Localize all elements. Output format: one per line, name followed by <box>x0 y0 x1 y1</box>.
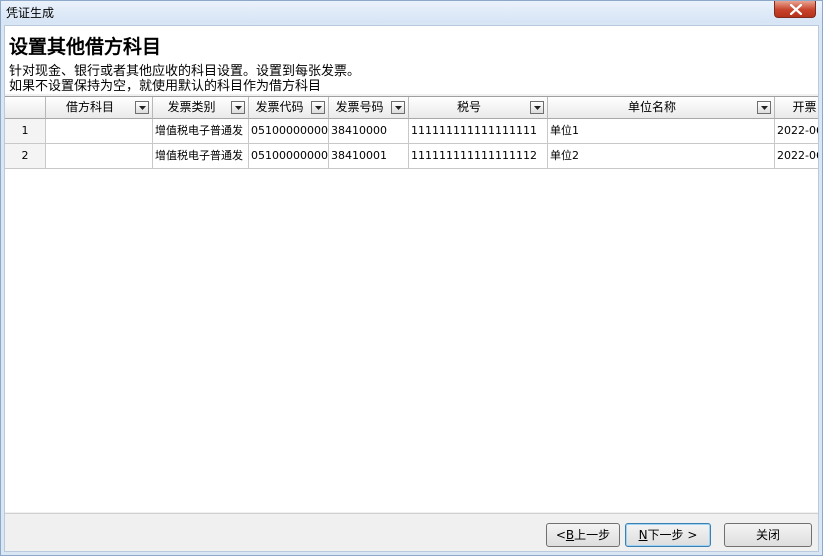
table-cell[interactable]: 单位2 <box>548 144 775 169</box>
table-cell[interactable]: 增值税电子普通发 <box>153 119 249 144</box>
table-cell[interactable] <box>46 119 153 144</box>
column-filter-button[interactable] <box>231 101 245 114</box>
dropdown-arrow-icon <box>761 106 768 110</box>
dropdown-arrow-icon <box>139 106 146 110</box>
table-cell[interactable]: 051000000000 <box>249 119 329 144</box>
row-number[interactable]: 2 <box>5 144 46 169</box>
column-header-label: 借方科目 <box>65 100 114 114</box>
table-cell[interactable]: 单位1 <box>548 119 775 144</box>
column-header-label: 税号 <box>456 100 481 114</box>
description-line-2: 如果不设置保持为空，就使用默认的科目作为借方科目 <box>9 79 322 94</box>
table-cell[interactable]: 111111111111111112 <box>409 144 548 169</box>
row-number[interactable]: 1 <box>5 119 46 144</box>
column-header[interactable]: 单位名称 <box>548 97 775 119</box>
table-cell[interactable]: 111111111111111111 <box>409 119 548 144</box>
dropdown-arrow-icon <box>534 106 541 110</box>
dropdown-arrow-icon <box>235 106 242 110</box>
wizard-footer: <B上一步 N下一步 > 关闭 <box>5 513 818 551</box>
column-filter-button[interactable] <box>135 101 149 114</box>
table-cell[interactable]: 2022-06- <box>775 144 818 169</box>
next-label: 下一步 <box>647 528 684 542</box>
column-header[interactable]: 发票号码 <box>329 97 409 119</box>
wizard-header: 设置其他借方科目 针对现金、银行或者其他应收的科目设置。设置到每张发票。 如果不… <box>5 26 818 94</box>
table-cell[interactable]: 38410000 <box>329 119 409 144</box>
dialog-window: 凭证生成 设置其他借方科目 针对现金、银行或者其他应收的科目设置。设置到每张发票… <box>0 0 823 556</box>
table-cell[interactable]: 051000000001 <box>249 144 329 169</box>
table-cell[interactable]: 38410001 <box>329 144 409 169</box>
column-header-label: 发票代码 <box>255 100 304 114</box>
column-header[interactable]: 发票代码 <box>249 97 329 119</box>
dropdown-arrow-icon <box>395 106 402 110</box>
prev-accesskey: B <box>565 528 575 542</box>
title-bar[interactable]: 凭证生成 <box>1 1 822 23</box>
prev-step-button[interactable]: <B上一步 <box>546 523 620 547</box>
invoice-grid[interactable]: 借方科目 发票类别 发票代码 发票号码 税号 单位名称 开票 1 增值税电子普通发 0510000… <box>5 96 818 512</box>
dropdown-arrow-icon <box>315 106 322 110</box>
table-cell[interactable]: 2022-06- <box>775 119 818 144</box>
column-filter-button[interactable] <box>530 101 544 114</box>
column-header-label: 发票号码 <box>335 100 384 114</box>
column-header[interactable]: 发票类别 <box>153 97 249 119</box>
column-header[interactable]: 开票 <box>775 97 818 119</box>
table-cell[interactable] <box>46 144 153 169</box>
close-button[interactable]: 关闭 <box>724 523 812 547</box>
column-header[interactable]: 借方科目 <box>46 97 153 119</box>
prev-label: 上一步 <box>574 528 611 542</box>
column-header-label: 发票类别 <box>167 100 216 114</box>
dialog-content: 设置其他借方科目 针对现金、银行或者其他应收的科目设置。设置到每张发票。 如果不… <box>4 25 819 552</box>
grid-corner <box>5 97 46 119</box>
column-header-label: 单位名称 <box>627 100 676 114</box>
column-header[interactable]: 税号 <box>409 97 548 119</box>
window-close-button[interactable] <box>774 1 816 18</box>
close-icon <box>790 4 802 15</box>
column-header-label: 开票 <box>792 100 817 114</box>
next-accesskey: N <box>638 528 648 542</box>
column-filter-button[interactable] <box>391 101 405 114</box>
column-filter-button[interactable] <box>311 101 325 114</box>
window-title: 凭证生成 <box>6 6 55 20</box>
close-label: 关闭 <box>755 528 780 542</box>
column-filter-button[interactable] <box>757 101 771 114</box>
table-cell[interactable]: 增值税电子普通发 <box>153 144 249 169</box>
next-step-button[interactable]: N下一步 > <box>625 523 711 547</box>
page-title: 设置其他借方科目 <box>9 36 162 58</box>
